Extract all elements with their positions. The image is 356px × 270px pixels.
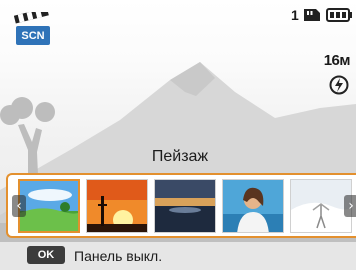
bottom-hint-bar: OK Панель выкл. <box>0 242 356 270</box>
thumbnail-snow[interactable] <box>290 179 352 233</box>
thumbnail-landscape[interactable] <box>18 179 80 233</box>
scene-mode-icon: SCN <box>14 12 52 46</box>
camera-screen: SCN 1 16м Пейзаж ‹ › OK Панель выкл. <box>0 0 356 270</box>
battery-full-icon <box>326 8 352 22</box>
snow-thumbnail-icon <box>291 180 351 232</box>
scene-mode-label: SCN <box>21 30 45 42</box>
scroll-right-button[interactable]: › <box>344 195 356 217</box>
thumbnail-sunset[interactable] <box>86 179 148 233</box>
resolution-indicator: 16м <box>323 52 351 69</box>
thumbnail-portrait[interactable] <box>222 179 284 233</box>
scroll-left-button[interactable]: ‹ <box>12 195 26 217</box>
shots-remaining: 1 <box>291 7 299 23</box>
scene-thumbnail-strip: ‹ › <box>6 173 356 238</box>
landscape-thumbnail-icon <box>20 181 78 231</box>
ok-hint-text: Панель выкл. <box>74 248 163 264</box>
portrait-thumbnail-icon <box>223 180 283 232</box>
memory-card-icon <box>304 9 320 21</box>
thumbnail-dawn[interactable] <box>154 179 216 233</box>
ok-button[interactable]: OK <box>27 246 65 264</box>
dawn-thumbnail-icon <box>155 180 215 232</box>
flash-auto-icon <box>329 75 349 95</box>
sunset-thumbnail-icon <box>87 180 147 232</box>
scene-title: Пейзаж <box>151 148 209 165</box>
